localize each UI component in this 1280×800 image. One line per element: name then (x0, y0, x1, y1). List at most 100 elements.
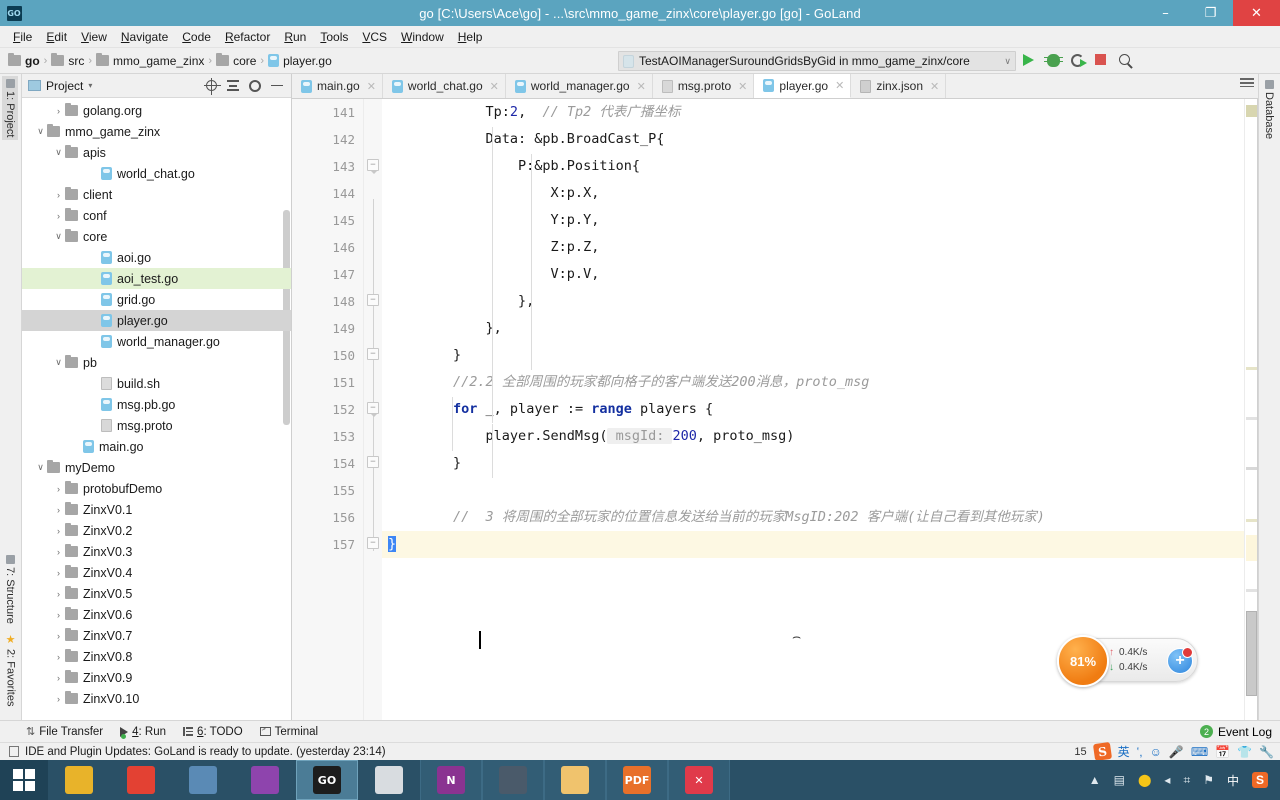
taskbar-media-player-icon[interactable] (48, 760, 110, 800)
close-icon[interactable]: ✕ (367, 80, 376, 93)
taskbar-paint-icon[interactable] (358, 760, 420, 800)
tree-item-pb[interactable]: ∨ pb (22, 352, 291, 373)
menu-view[interactable]: View (74, 28, 114, 46)
skin-icon[interactable]: 👕 (1237, 745, 1252, 759)
stop-icon[interactable] (1095, 53, 1110, 69)
chinese-english-icon[interactable]: 英 (1118, 743, 1130, 760)
tree-item-zinxv0-1[interactable]: › ZinxV0.1 (22, 499, 291, 520)
show-hidden-icons[interactable]: ▲ (1089, 773, 1101, 787)
fold-marker[interactable]: − (367, 294, 379, 306)
project-tree[interactable]: › golang.org ∨ mmo_game_zinx ∨ apis world_chat… (22, 98, 291, 720)
chevron-right-icon[interactable]: › (52, 211, 65, 221)
taskbar-virtualbox-icon[interactable] (482, 760, 544, 800)
tree-item-main-go[interactable]: main.go (22, 436, 291, 457)
code-line[interactable]: player.SendMsg( msgId: 200, proto_msg) (382, 423, 1244, 450)
menu-navigate[interactable]: Navigate (114, 28, 175, 46)
menu-window[interactable]: Window (394, 28, 451, 46)
code-line[interactable]: }, (382, 288, 1244, 315)
taskbar-onenote-icon[interactable]: N (420, 760, 482, 800)
chevron-down-icon[interactable]: ∨ (34, 462, 47, 473)
menu-help[interactable]: Help (451, 28, 490, 46)
menu-edit[interactable]: Edit (39, 28, 74, 46)
tree-item-apis[interactable]: ∨ apis (22, 142, 291, 163)
chevron-right-icon[interactable]: › (52, 526, 65, 536)
keyboard-icon[interactable]: ⌨ (1191, 745, 1208, 759)
tree-item-core[interactable]: ∨ core (22, 226, 291, 247)
widget-expand-button[interactable]: + (1167, 647, 1193, 674)
chevron-right-icon[interactable]: › (52, 484, 65, 494)
code-line[interactable]: //2.2 全部周围的玩家都向格子的客户端发送200消息，proto_msg (382, 369, 1244, 396)
calendar-icon[interactable]: 📅 (1215, 745, 1230, 759)
menu-tools[interactable]: Tools (313, 28, 355, 46)
sogou-icon[interactable]: S (1092, 741, 1112, 762)
breadcrumb-item-core[interactable]: core (216, 53, 256, 68)
network-icon[interactable]: ⌗ (1183, 773, 1190, 788)
close-icon[interactable]: ✕ (930, 80, 939, 93)
menu-refactor[interactable]: Refactor (218, 28, 277, 46)
tree-item-zinxv0-4[interactable]: › ZinxV0.4 (22, 562, 291, 583)
taskbar-goland-icon[interactable]: GO (296, 760, 358, 800)
editor-tab-msg-proto[interactable]: msg.proto ✕ (653, 74, 755, 98)
tree-item-golang-org[interactable]: › golang.org (22, 100, 291, 121)
tree-item-msg-pb-go[interactable]: msg.pb.go (22, 394, 291, 415)
tree-item-zinxv0-7[interactable]: › ZinxV0.7 (22, 625, 291, 646)
video-recorder-icon[interactable]: ▤ (1114, 773, 1125, 787)
code-line[interactable]: for _, player := range players { (382, 396, 1244, 423)
run-config-selector[interactable]: TestAOIManagerSuroundGridsByGid in mmo_g… (618, 51, 1016, 71)
volume-icon[interactable]: ◂ (1164, 773, 1170, 787)
smiley-icon[interactable]: ☺ (1150, 745, 1162, 759)
code-line[interactable]: } (382, 531, 1244, 558)
chevron-down-icon[interactable]: ∨ (52, 357, 65, 368)
code-line[interactable] (382, 477, 1244, 504)
tree-item-build-sh[interactable]: build.sh (22, 373, 291, 394)
error-stripe[interactable] (1244, 99, 1257, 720)
fold-marker[interactable]: − (367, 159, 379, 174)
code-line[interactable]: Y:p.Y, (382, 207, 1244, 234)
tree-item-aoi-go[interactable]: aoi.go (22, 247, 291, 268)
editor-tab-world-chat-go[interactable]: world_chat.go ✕ (383, 74, 506, 98)
hide-panel-icon[interactable] (269, 78, 285, 94)
locate-icon[interactable] (203, 78, 221, 95)
code-editor[interactable]: 141 142 143 144 145 146 147 148 149 150 151 152 153 1… (292, 99, 1258, 720)
close-icon[interactable]: ✕ (637, 80, 646, 93)
fold-marker[interactable]: − (367, 402, 379, 417)
tree-item-zinxv0-2[interactable]: › ZinxV0.2 (22, 520, 291, 541)
notification-text[interactable]: IDE and Plugin Updates: GoLand is ready … (25, 746, 386, 758)
chevron-right-icon[interactable]: › (52, 106, 65, 116)
tree-item-conf[interactable]: › conf (22, 205, 291, 226)
fold-marker[interactable]: − (367, 456, 379, 468)
tree-item-zinxv0-6[interactable]: › ZinxV0.6 (22, 604, 291, 625)
close-button[interactable]: ✕ (1233, 0, 1280, 26)
tree-item-protobufdemo[interactable]: › protobufDemo (22, 478, 291, 499)
code-line[interactable]: } (382, 342, 1244, 369)
close-icon[interactable]: ✕ (835, 79, 844, 92)
chevron-right-icon[interactable]: › (52, 589, 65, 599)
editor-tab-zinx-json[interactable]: zinx.json ✕ (851, 74, 947, 98)
taskbar-remote-desktop-icon[interactable] (172, 760, 234, 800)
chevron-right-icon[interactable]: › (52, 652, 65, 662)
tool-window-todo[interactable]: 6: TODO (183, 726, 243, 738)
taskbar-pdf-reader-icon[interactable]: PDF (606, 760, 668, 800)
tree-item-msg-proto[interactable]: msg.proto (22, 415, 291, 436)
code-line[interactable]: P:&pb.Position{ (382, 153, 1244, 180)
code-line[interactable]: Z:p.Z, (382, 234, 1244, 261)
start-button[interactable] (0, 760, 48, 800)
chevron-down-icon[interactable]: ∨ (34, 126, 47, 137)
tree-item-mmo-game-zinx[interactable]: ∨ mmo_game_zinx (22, 121, 291, 142)
chevron-down-icon[interactable]: ∨ (1004, 56, 1011, 67)
debug-icon[interactable] (1044, 53, 1063, 69)
close-icon[interactable]: ✕ (738, 80, 747, 93)
network-speed-widget[interactable]: 81% ↑ 0.4K/s ↓ 0.4K/s + (1057, 635, 1198, 687)
tree-item-player-go[interactable]: player.go (22, 310, 291, 331)
code-line[interactable]: Tp:2, // Tp2 代表广播坐标 (382, 99, 1244, 126)
menu-run[interactable]: Run (277, 28, 313, 46)
code-line[interactable]: // 3 将周围的全部玩家的位置信息发送给当前的玩家MsgID:202 客户端(… (382, 504, 1244, 531)
mic-icon[interactable]: 🎤 (1169, 745, 1184, 759)
maximize-button[interactable]: ❐ (1188, 0, 1233, 26)
tree-item-zinxv0-9[interactable]: › ZinxV0.9 (22, 667, 291, 688)
editor-tab-player-go[interactable]: player.go ✕ (754, 74, 852, 98)
sidebar-tab-project[interactable]: 1: Project (2, 76, 18, 141)
menu-code[interactable]: Code (175, 28, 218, 46)
sogou-icon[interactable]: S (1252, 772, 1268, 788)
taskbar-chrome-icon[interactable] (110, 760, 172, 800)
